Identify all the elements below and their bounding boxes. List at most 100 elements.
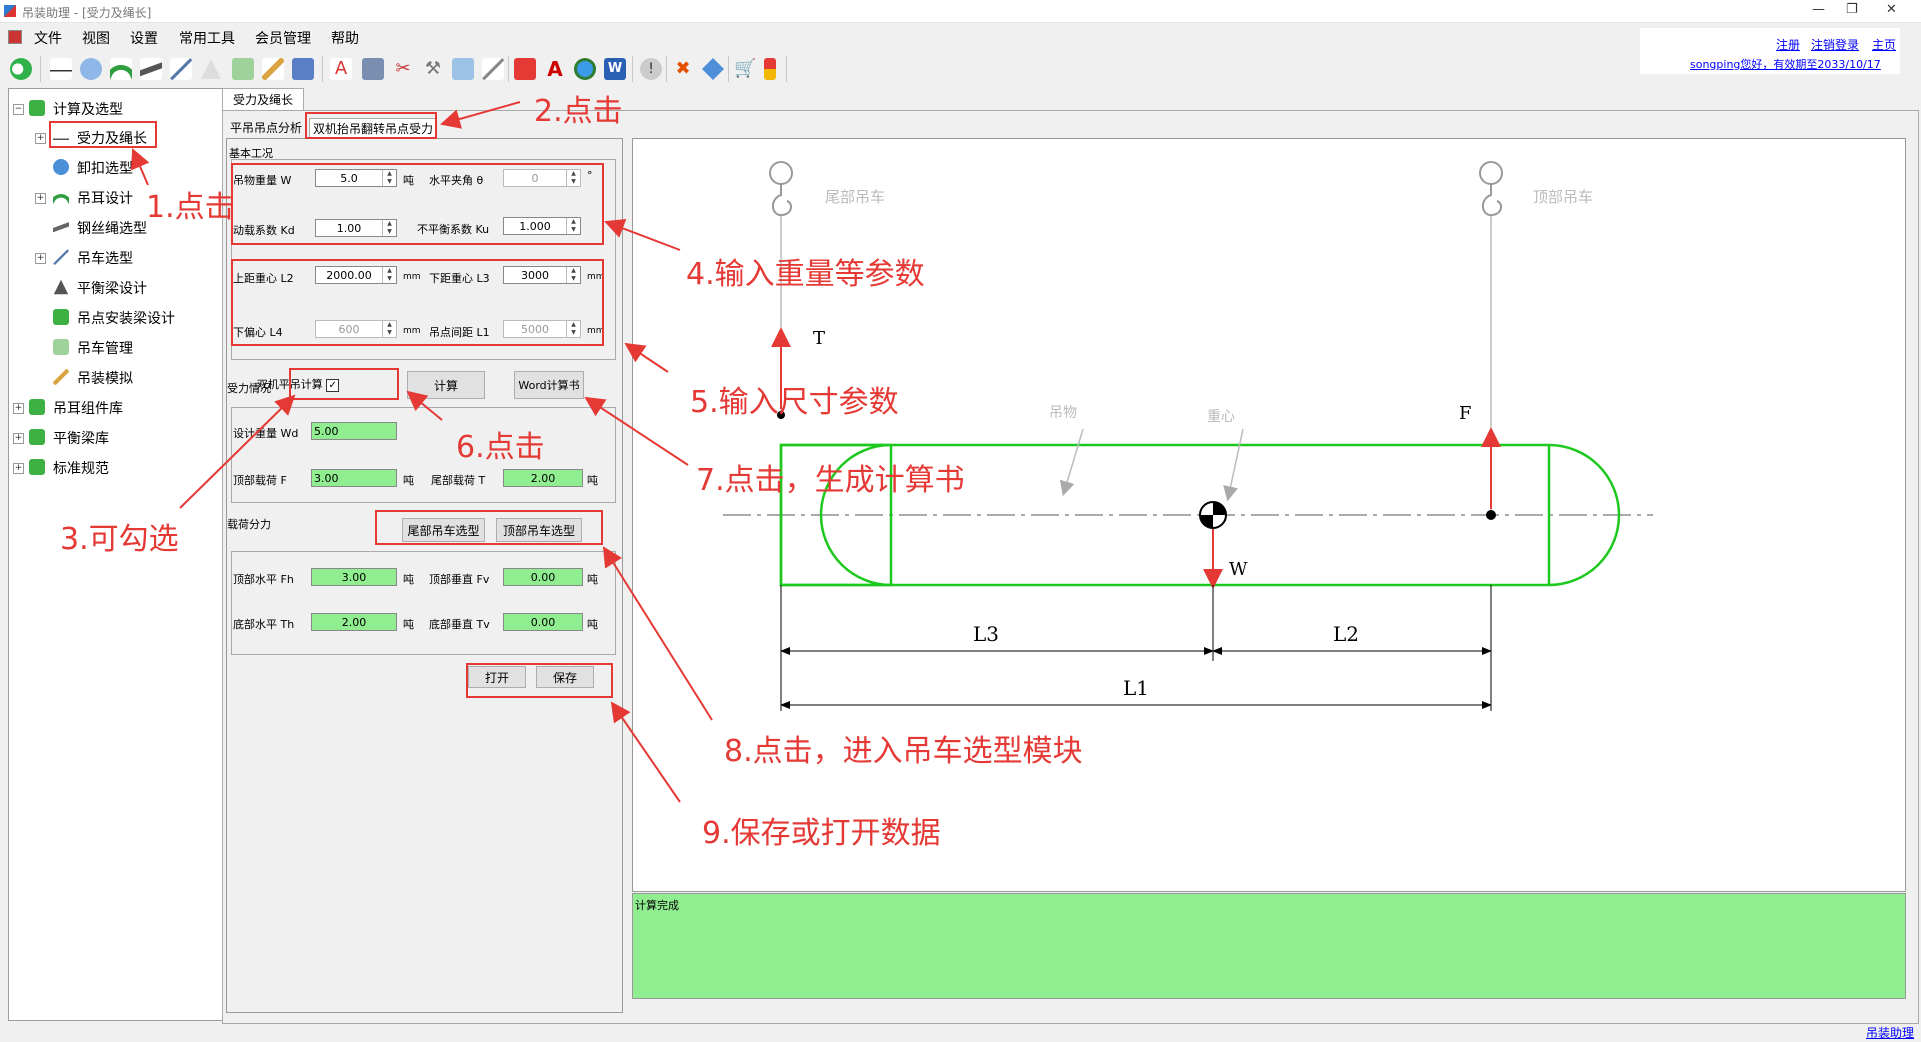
calculate-button[interactable]: 计算 [407,371,485,399]
puzzle-icon [53,309,69,325]
globe-icon[interactable] [574,58,596,80]
status-panel: 计算完成 [632,893,1906,999]
tv-value: 0.00 [503,613,583,631]
force-w-label: W [1229,559,1248,580]
shackle-icon [53,159,69,175]
fv-label: 顶部垂直 Fv [429,573,490,586]
app-icon [4,5,16,17]
lift-force-icon[interactable] [50,58,72,80]
note-2: 2.点击 [534,94,623,129]
tree-item-beam-lib[interactable]: 平衡梁库 [53,428,109,448]
tree-item-calc[interactable]: 计算及选型 [53,99,123,119]
f-label: 顶部载荷 F [233,474,287,487]
home-link[interactable]: 主页 [1872,36,1896,53]
tree-item-shackle[interactable]: 卸扣选型 [77,158,133,178]
menu-membership[interactable]: 会员管理 [255,28,311,48]
split-group [231,551,616,655]
menu-help[interactable]: 帮助 [331,28,359,48]
highlight-checkbox [289,368,399,400]
fh-value: 3.00 [311,568,397,586]
rope-icon[interactable] [140,58,162,80]
tree-expand-icon[interactable]: + [13,403,24,414]
dim-l1-label: L1 [1123,676,1149,700]
tab-flat-lift-analysis[interactable]: 平吊吊点分析 [227,118,305,138]
tree-item-crane[interactable]: 吊车选型 [77,248,133,268]
note-7: 7.点击，生成计算书 [696,463,965,498]
cart-icon[interactable]: 🛒 [734,58,756,80]
tree-item-lug-lib[interactable]: 吊耳组件库 [53,398,123,418]
tree-collapse-icon[interactable]: − [13,104,24,115]
note-6: 6.点击 [456,430,545,465]
settings-tools-icon[interactable]: ✖ [672,58,694,80]
crane-icon[interactable] [170,58,192,80]
tree-item-simulate[interactable]: 吊装模拟 [77,368,133,388]
truck-crane-icon[interactable] [232,58,254,80]
highlight-crane-buttons [375,510,603,545]
th-label: 底部水平 Th [233,618,295,631]
tree-expand-icon[interactable]: + [35,193,46,204]
f-unit: 吨 [403,474,414,487]
truck-crane-icon [53,339,69,355]
drawing-icon[interactable] [452,58,474,80]
tree-expand-icon[interactable]: + [35,133,46,144]
cog-label: 重心 [1207,408,1235,424]
tab-force-rope[interactable]: 受力及绳长 [222,88,304,111]
restore-icon[interactable]: ❐ [1846,2,1858,17]
tail-crane-label: 尾部吊车 [825,189,885,206]
triangle-icon [53,279,69,295]
lug-icon[interactable] [110,58,132,80]
library-icon[interactable] [292,58,314,80]
tree-item-mount-beam[interactable]: 吊点安装梁设计 [77,308,175,328]
tree-expand-icon[interactable]: + [35,253,46,264]
f-value: 3.00 [311,469,397,487]
simulate-icon[interactable] [262,58,284,80]
register-link[interactable]: 注册 [1776,36,1800,53]
menu-bar: 文件 视图 设置 常用工具 会员管理 帮助 [0,24,1921,48]
text-a-icon[interactable]: A [330,58,352,80]
window-title: 吊装助理 - [受力及绳长] [22,6,152,20]
info-icon[interactable]: ! [640,58,662,80]
tree-expand-icon[interactable]: + [13,433,24,444]
up-down-icon[interactable] [764,58,776,80]
pdf-icon[interactable] [514,58,536,80]
top-lift-point [1486,510,1496,520]
fv-value: 0.00 [503,568,583,586]
tree-expand-icon[interactable]: + [13,463,24,474]
tree-item-standards[interactable]: 标准规范 [53,458,109,478]
pen-icon[interactable] [482,58,504,80]
note-5: 5.输入尺寸参数 [690,385,899,420]
balance-beam-icon[interactable] [201,59,221,79]
logout-link[interactable]: 注销登录 [1811,36,1859,53]
footer-app-link[interactable]: 吊装助理 [1866,1024,1914,1041]
scissors-icon[interactable]: ✂ [392,58,414,80]
crane-icon [53,249,69,265]
puzzle-icon [29,100,45,116]
word-icon[interactable]: W [604,58,626,80]
status-text: 计算完成 [635,899,679,912]
acrobat-icon[interactable]: A [544,58,566,80]
highlight-subtab [305,112,437,139]
menu-tools[interactable]: 常用工具 [179,28,235,48]
word-report-button[interactable]: Word计算书 [514,371,584,399]
simulate-icon [53,369,69,385]
top-crane-label: 顶部吊车 [1533,189,1593,206]
help-book-icon[interactable] [702,58,724,80]
menu-file[interactable]: 文件 [34,28,62,48]
calculator-icon[interactable] [362,58,384,80]
lug-icon [53,189,69,205]
minimize-icon[interactable]: — [1812,2,1825,17]
th-value: 2.00 [311,613,397,631]
shackle-icon[interactable] [80,58,102,80]
menu-view[interactable]: 视图 [82,28,110,48]
system-menu-icon[interactable] [8,30,22,44]
toolbar: A ✂ ⚒ A W ! ✖ 🛒 [0,52,1921,86]
tree-item-lug[interactable]: 吊耳设计 [77,188,133,208]
close-icon[interactable]: ✕ [1886,2,1897,17]
th-unit: 吨 [403,618,414,631]
home-icon[interactable] [10,58,32,80]
menu-settings[interactable]: 设置 [130,28,158,48]
tree-item-beam[interactable]: 平衡梁设计 [77,278,147,298]
tools-icon[interactable]: ⚒ [422,58,444,80]
tree-item-rope[interactable]: 钢丝绳选型 [77,218,147,238]
tree-item-crane-mgmt[interactable]: 吊车管理 [77,338,133,358]
